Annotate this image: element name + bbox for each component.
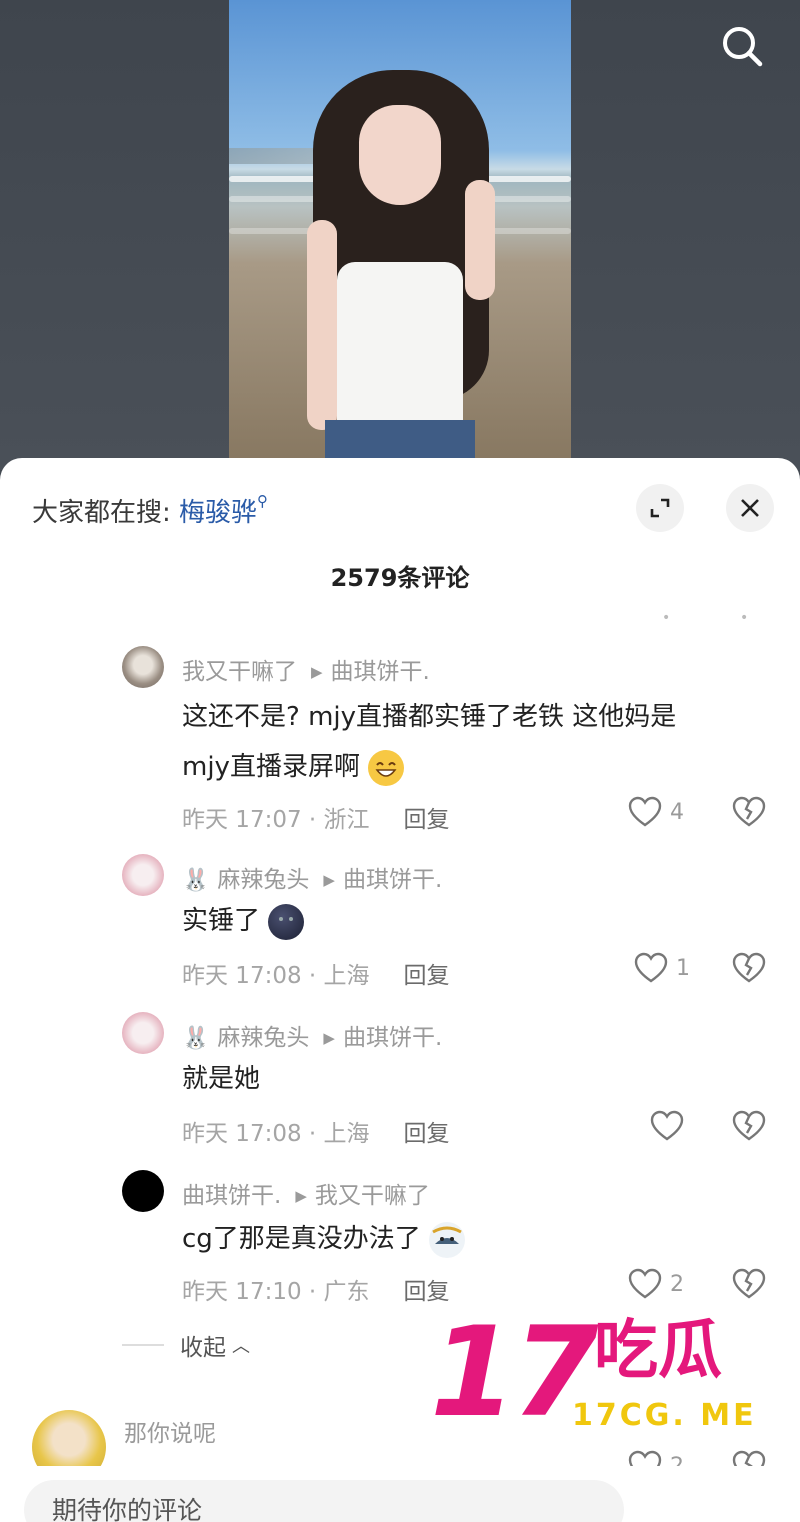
broken-heart-icon: [732, 952, 766, 983]
heart-icon: [634, 952, 668, 983]
watermark-name: 吃瓜: [594, 1314, 722, 1388]
avatar[interactable]: [122, 646, 164, 688]
comment-text: 就是她: [182, 1064, 261, 1094]
like-button[interactable]: 4: [628, 796, 684, 828]
comment-text-line2: mjy直播录屏啊: [182, 742, 405, 792]
comment-text-line: cg了那是真没办法了: [182, 1214, 466, 1264]
heart-icon: [628, 796, 662, 827]
dark-moon-emoji: [268, 903, 305, 940]
hot-search[interactable]: 大家都在搜: 梅骏骅⚲: [32, 492, 268, 529]
search-icon[interactable]: [718, 22, 766, 70]
avatar[interactable]: [122, 854, 164, 896]
watermark-logo: 17 吃瓜 17CG. ME: [430, 1308, 790, 1458]
collapse-label: 收起: [180, 1335, 226, 1361]
comment-sheet: 大家都在搜: 梅骏骅⚲ 2579条评论 • • 我又干嘛了 ▶ 曲琪饼干. 这还不是…: [0, 458, 800, 1522]
like-button[interactable]: 2: [628, 1268, 684, 1300]
heart-icon: [628, 1268, 662, 1299]
username[interactable]: 曲琪饼干.: [182, 1183, 281, 1209]
reply-button[interactable]: 回复: [404, 807, 450, 833]
reply-to-user[interactable]: 曲琪饼干.: [343, 1025, 442, 1051]
collapse-replies-button[interactable]: 收起 ︿: [122, 1328, 250, 1362]
username[interactable]: 麻辣兔头: [217, 867, 309, 893]
hot-search-keyword[interactable]: 梅骏骅: [179, 498, 257, 528]
comment-text: 这还不是? mjy直播都实锤了老铁 这他妈是: [182, 702, 677, 732]
comment-meta: 昨天 17:08 · 上海 回复: [182, 1114, 450, 1148]
reply-arrow-icon: ▶: [323, 871, 335, 889]
sweat-emoji: [429, 1221, 466, 1258]
comment-count: 2579条评论: [330, 564, 470, 592]
divider-dot: •: [740, 610, 749, 626]
figure-top: [337, 262, 463, 432]
reply-button[interactable]: 回复: [404, 963, 450, 989]
dislike-button[interactable]: [732, 1268, 766, 1304]
reply-to-user[interactable]: 曲琪饼干.: [343, 867, 442, 893]
comment-user-line: 🐰 麻辣兔头 ▶ 曲琪饼干.: [182, 1018, 442, 1052]
grin-emoji: [368, 749, 405, 786]
comment-meta: 昨天 17:10 · 广东 回复: [182, 1272, 450, 1306]
close-button[interactable]: [726, 484, 774, 532]
like-button[interactable]: [650, 1110, 692, 1142]
figure-arm: [465, 180, 495, 300]
comment-meta: 昨天 17:07 · 浙江 回复: [182, 800, 450, 834]
broken-heart-icon: [732, 1110, 766, 1141]
username[interactable]: 那你说呢: [124, 1414, 216, 1448]
divider-line: [122, 1344, 164, 1346]
reply-to-user[interactable]: 曲琪饼干.: [331, 659, 430, 685]
reply-arrow-icon: ▶: [311, 663, 323, 681]
like-count: 4: [670, 799, 684, 825]
like-count: 1: [676, 955, 690, 981]
broken-heart-icon: [732, 796, 766, 827]
figure-face: [359, 105, 441, 205]
chevron-up-icon: ︿: [232, 1336, 250, 1357]
comment-user-line: 🐰 麻辣兔头 ▶ 曲琪饼干.: [182, 860, 442, 894]
bunny-icon: 🐰: [182, 868, 210, 893]
comment-meta: 昨天 17:08 · 上海 回复: [182, 956, 450, 990]
dislike-button[interactable]: [732, 952, 766, 988]
dislike-button[interactable]: [732, 796, 766, 832]
avatar[interactable]: [122, 1012, 164, 1054]
expand-button[interactable]: [636, 484, 684, 532]
like-button[interactable]: 1: [634, 952, 690, 984]
divider-dot: •: [662, 610, 671, 626]
reply-to-user[interactable]: 我又干嘛了: [315, 1183, 430, 1209]
video-thumbnail[interactable]: [229, 0, 571, 470]
comment-input-container[interactable]: [24, 1480, 624, 1522]
comment-text-line: 实锤了: [182, 896, 305, 946]
reply-arrow-icon: ▶: [295, 1187, 307, 1205]
expand-icon: [650, 498, 670, 518]
comment-user-line: 曲琪饼干. ▶ 我又干嘛了: [182, 1176, 430, 1210]
watermark-url: 17CG. ME: [572, 1398, 757, 1433]
username[interactable]: 我又干嘛了: [182, 659, 297, 685]
search-small-icon: ⚲: [257, 492, 269, 510]
heart-icon: [650, 1110, 684, 1141]
comment-time-location: 昨天 17:08 · 上海: [182, 1121, 370, 1147]
close-icon: [741, 499, 759, 517]
avatar[interactable]: [122, 1170, 164, 1212]
bunny-icon: 🐰: [182, 1026, 210, 1051]
reply-arrow-icon: ▶: [323, 1029, 335, 1047]
username[interactable]: 麻辣兔头: [217, 1025, 309, 1051]
like-count: 2: [670, 1271, 684, 1297]
reply-button[interactable]: 回复: [404, 1121, 450, 1147]
comment-user-line: 我又干嘛了 ▶ 曲琪饼干.: [182, 652, 430, 686]
watermark-number: 17: [430, 1301, 599, 1445]
dislike-button[interactable]: [732, 1110, 766, 1146]
broken-heart-icon: [732, 1268, 766, 1299]
comment-time-location: 昨天 17:07 · 浙江: [182, 807, 370, 833]
comment-time-location: 昨天 17:08 · 上海: [182, 963, 370, 989]
comment-time-location: 昨天 17:10 · 广东: [182, 1279, 370, 1305]
figure-arm: [307, 220, 337, 430]
comment-input[interactable]: [24, 1480, 624, 1522]
hot-search-prefix: 大家都在搜:: [32, 498, 171, 528]
